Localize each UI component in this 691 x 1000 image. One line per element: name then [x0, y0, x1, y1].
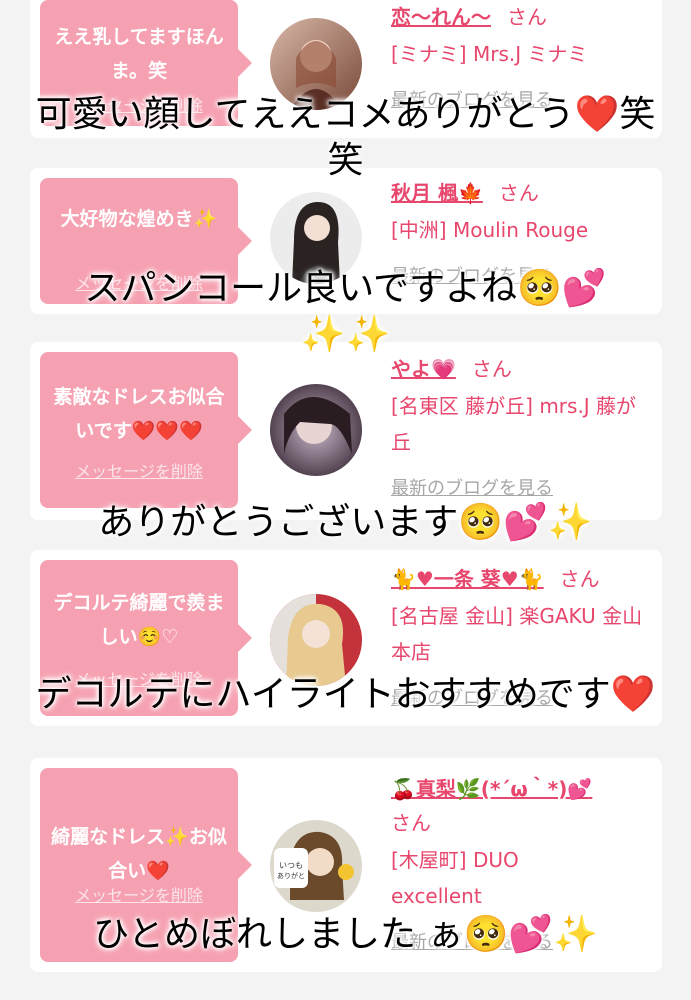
san-label: さん [391, 811, 431, 835]
message-text: ええ乳してますほんま。笑 [54, 26, 224, 82]
sender-name-line: 恋〜れん〜 さん [391, 0, 654, 34]
svg-text:いつも: いつも [279, 861, 303, 870]
avatar[interactable] [270, 384, 362, 476]
san-label: さん [498, 181, 539, 205]
sender-name-line: 🐈♥一条 葵♥🐈 さん [391, 562, 654, 596]
message-bubble: 素敵なドレスお似合いです❤️❤️❤️ メッセージを削除 [40, 352, 252, 508]
overlay-caption-2: スパンコール良いですよね🥺💕✨✨ [84, 268, 607, 355]
message-text: 大好物な煌めき✨ [60, 208, 218, 230]
svg-text:ありがと: ありがと [277, 871, 305, 880]
overlay-caption-5: ひとめぼれしました ぁ🥺💕✨ [93, 914, 598, 955]
overlay-caption-1: 可愛い顔してええコメありがとう❤️笑笑 [35, 94, 656, 181]
sender-name-link[interactable]: 秋月 楓🍁 [391, 181, 483, 205]
message-text: 綺麗なドレス✨お似合い❤️ [51, 826, 227, 882]
sender-info: やよ💗 さん [名東区 藤が丘] mrs.J 藤が丘 最新のブログを見る [391, 352, 654, 504]
sender-name-link[interactable]: 🐈♥一条 葵♥🐈 [391, 567, 544, 591]
overlay-caption-4: デコルテにハイライトおすすめです❤️ [35, 674, 656, 715]
shop-label: [木屋町] DUO excellent [391, 848, 519, 908]
shop-label: [ミナミ] Mrs.J ミナミ [391, 42, 588, 66]
shop-label: [中洲] Moulin Rouge [391, 218, 589, 242]
san-label: さん [559, 567, 600, 591]
sender-name-line: 🍒真梨🌿(*´ω｀*)💕 さん [391, 772, 641, 840]
shop-label: [名東区 藤が丘] mrs.J 藤が丘 [391, 394, 637, 454]
sender-name-link[interactable]: やよ💗 [391, 357, 456, 381]
avatar[interactable]: いつも ありがと [270, 820, 362, 912]
san-label: さん [471, 357, 512, 381]
message-text: デコルテ綺麗で羨ましい☺️♡ [53, 592, 225, 648]
san-label: さん [507, 5, 547, 29]
sender-name-link[interactable]: 🍒真梨🌿(*´ω｀*)💕 [391, 777, 592, 801]
sender-name-link[interactable]: 恋〜れん〜 [391, 5, 491, 29]
delete-message-link[interactable]: メッセージを削除 [40, 882, 238, 906]
message-card-3: 素敵なドレスお似合いです❤️❤️❤️ メッセージを削除 やよ💗 さん [名東区 藤… [30, 342, 662, 520]
delete-message-link[interactable]: メッセージを削除 [40, 458, 238, 482]
shop-label: [名古屋 金山] 楽GAKU 金山本店 [391, 604, 643, 664]
overlay-caption-3: ありがとうございます🥺💕✨ [98, 502, 593, 543]
message-text: 素敵なドレスお似合いです❤️❤️❤️ [53, 386, 225, 442]
